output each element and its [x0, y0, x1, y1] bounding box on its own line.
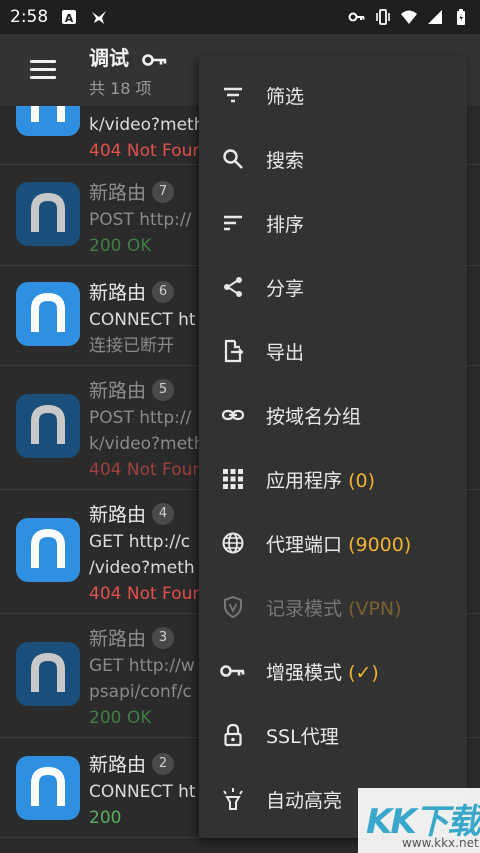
menu-item-apps[interactable]: 应用程序 (0)	[199, 447, 467, 511]
app-icon	[16, 642, 80, 706]
menu-label-group-by-domain: 按域名分组	[266, 405, 362, 428]
proxy-port-label: 代理端口	[266, 533, 343, 556]
route-name: 新路由	[89, 182, 147, 204]
menu-label-apps: 应用程序 (0)	[266, 466, 375, 493]
signal-icon	[428, 10, 442, 24]
request-url: POST http://	[89, 210, 192, 230]
route-badge: 3	[152, 626, 175, 649]
menu-label-auto-highlight: 自动高亮	[266, 789, 343, 812]
route-badge: 5	[152, 378, 175, 401]
status-bar: 2:58 A	[0, 0, 480, 34]
request-status: 200	[89, 808, 122, 828]
menu-label-record-mode: 记录模式 (VPN)	[266, 594, 402, 621]
request-url: k/video?meth	[89, 115, 205, 135]
menu-label-sort: 排序	[266, 213, 305, 236]
menu-label-search: 搜索	[266, 149, 305, 172]
menu-item-sort[interactable]: 排序	[199, 191, 467, 255]
menu-item-enhanced-mode[interactable]: 增强模式 (✓)	[199, 639, 467, 703]
apps-count: (0)	[348, 469, 375, 492]
key-icon	[142, 53, 167, 66]
app-icon	[16, 756, 80, 820]
route-name: 新路由	[89, 628, 147, 650]
request-url: CONNECT ht	[89, 310, 196, 330]
vpn-key-icon	[348, 12, 365, 22]
overflow-menu: 筛选 搜索 排序 分享 导出 按域名分组 应用程序 (0) 代理端口 (9000…	[199, 56, 467, 838]
menu-item-export[interactable]: 导出	[199, 319, 467, 383]
watermark: KK下载 www.kkx.net	[358, 788, 480, 853]
request-path: psapi/conf/c	[89, 682, 192, 702]
app-icon	[16, 182, 80, 246]
filter-icon	[220, 82, 246, 108]
link-icon	[220, 402, 246, 428]
route-badge: 6	[152, 280, 175, 303]
svg-text:A: A	[65, 12, 74, 25]
status-time: 2:58	[10, 7, 49, 27]
item-count: 共 18 项	[89, 79, 152, 98]
request-status: 404 Not Foun	[89, 141, 204, 161]
request-path: k/video?meth	[89, 434, 205, 454]
app-icon	[16, 518, 80, 582]
menu-item-search[interactable]: 搜索	[199, 127, 467, 191]
menu-label-enhanced-mode: 增强模式 (✓)	[266, 658, 379, 685]
wifi-icon	[401, 10, 417, 24]
vpn-shield-icon	[220, 594, 246, 620]
watermark-url: www.kkx.net	[402, 836, 479, 850]
app-icon	[16, 394, 80, 458]
request-path: /video?meth	[89, 558, 195, 578]
enhanced-mode-value: (✓)	[348, 661, 379, 684]
route-name: 新路由	[89, 282, 147, 304]
notification-a-icon: A	[62, 10, 77, 25]
highlight-icon	[220, 786, 246, 812]
route-name: 新路由	[89, 754, 147, 776]
menu-label-filter: 筛选	[266, 85, 305, 108]
record-mode-value: (VPN)	[348, 597, 402, 620]
menu-item-share[interactable]: 分享	[199, 255, 467, 319]
apps-label: 应用程序	[266, 469, 343, 492]
export-icon	[220, 338, 246, 364]
route-badge: 4	[152, 502, 175, 525]
route-name: 新路由	[89, 380, 147, 402]
globe-icon	[220, 530, 246, 556]
bird-icon	[92, 11, 107, 24]
vibrate-icon	[376, 9, 390, 25]
record-mode-label: 记录模式	[266, 597, 343, 620]
request-url: CONNECT ht	[89, 782, 196, 802]
route-badge: 7	[152, 180, 175, 203]
request-url: GET http://c	[89, 532, 191, 552]
share-icon	[220, 274, 246, 300]
menu-item-group-by-domain[interactable]: 按域名分组	[199, 383, 467, 447]
page-title: 调试	[89, 42, 168, 71]
menu-item-record-mode: 记录模式 (VPN)	[199, 575, 467, 639]
menu-label-proxy-port: 代理端口 (9000)	[266, 530, 411, 557]
request-status: 404 Not Foun	[89, 460, 204, 480]
hamburger-menu-button[interactable]	[26, 56, 60, 84]
proxy-port-value: (9000)	[348, 533, 412, 556]
menu-label-ssl-proxy: SSL代理	[266, 725, 339, 748]
battery-icon	[457, 9, 465, 25]
request-status: 404 Not Foun	[89, 584, 204, 604]
request-url: POST http://	[89, 408, 192, 428]
app-icon	[16, 282, 80, 346]
request-status: 连接已断开	[89, 336, 174, 356]
route-badge: 2	[152, 752, 175, 775]
menu-item-ssl-proxy[interactable]: SSL代理	[199, 703, 467, 767]
menu-item-filter[interactable]: 筛选	[199, 63, 467, 127]
search-icon	[220, 146, 246, 172]
menu-item-proxy-port[interactable]: 代理端口 (9000)	[199, 511, 467, 575]
menu-label-export: 导出	[266, 341, 305, 364]
request-url: GET http://w	[89, 656, 195, 676]
key-icon	[220, 658, 246, 684]
page-title-text: 调试	[89, 46, 129, 70]
enhanced-mode-label: 增强模式	[266, 661, 343, 684]
lock-icon	[220, 722, 246, 748]
menu-label-share: 分享	[266, 277, 305, 300]
request-status: 200 OK	[89, 708, 152, 728]
route-name: 新路由	[89, 504, 147, 526]
sort-icon	[220, 210, 246, 236]
apps-grid-icon	[220, 466, 246, 492]
app-icon	[16, 106, 80, 136]
request-status: 200 OK	[89, 236, 152, 256]
